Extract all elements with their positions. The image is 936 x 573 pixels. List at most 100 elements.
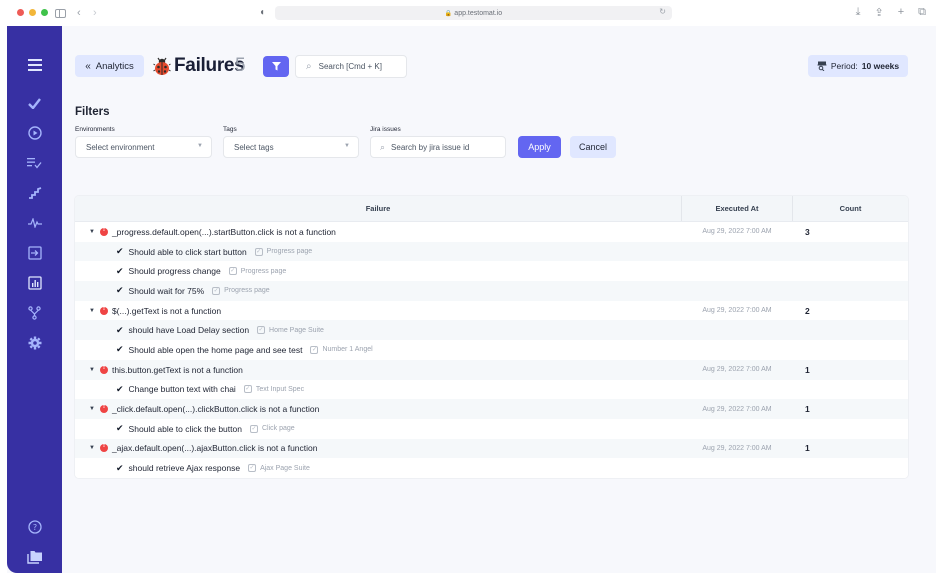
collapse-toggle-icon[interactable]: ▼ <box>89 308 95 314</box>
collapse-toggle-icon[interactable]: ▼ <box>89 367 95 373</box>
failure-message[interactable]: this.button.getText is not a function <box>112 365 243 375</box>
browser-back-icon[interactable]: ‹ <box>77 6 81 20</box>
suite-tag[interactable]: ✓ Progress page <box>228 267 287 276</box>
test-name[interactable]: Should able to click start button <box>129 247 247 257</box>
sidebar-item-branches[interactable] <box>7 302 62 324</box>
test-name[interactable]: should retrieve Ajax response <box>129 463 241 473</box>
sidebar-item-settings[interactable] <box>7 332 62 354</box>
sidebar-item-projects[interactable] <box>7 546 62 568</box>
collapse-toggle-icon[interactable]: ▼ <box>89 445 95 451</box>
test-row[interactable]: ✔ Should progress change ✓ Progress page <box>75 261 908 282</box>
period-selector-button[interactable]: Period: 10 weeks <box>808 55 908 77</box>
suite-name: Progress page <box>240 267 287 275</box>
test-row[interactable]: ✔ Change button text with chai ✓ Text Input… <box>75 379 908 400</box>
tabs-overview-icon[interactable]: ⧉ <box>918 6 926 19</box>
filter-toggle-button[interactable] <box>263 56 289 77</box>
maximize-window-button[interactable] <box>41 9 48 16</box>
error-icon <box>99 404 108 414</box>
global-search-input[interactable]: ⌕ Search [Cmd + K] <box>295 55 407 78</box>
sidebar-item-steps[interactable] <box>7 182 62 204</box>
period-label: Period: <box>830 61 858 71</box>
jira-issue-search-input[interactable]: ⌕ Search by jira issue id <box>370 136 506 158</box>
suite-icon: ✓ <box>249 424 258 433</box>
test-row[interactable]: ✔ Should wait for 75% ✓ Progress page <box>75 281 908 301</box>
count-cell: 1 <box>805 404 810 415</box>
test-row[interactable]: ✔ Should able to click start button ✓ Progr… <box>75 241 908 262</box>
test-row[interactable]: ✔ should have Load Delay section ✓ Home Pag… <box>75 320 908 341</box>
download-icon[interactable]: ⤓ <box>856 6 861 19</box>
test-row[interactable]: ✔ Should able open the home page and see … <box>75 340 908 360</box>
close-window-button[interactable] <box>17 9 24 16</box>
sidebar-item-menu[interactable] <box>7 54 62 76</box>
back-to-analytics-button[interactable]: « Analytics <box>75 55 144 77</box>
sidebar-toggle-icon[interactable] <box>55 9 66 18</box>
test-name[interactable]: Should able open the home page and see t… <box>129 345 303 355</box>
tags-select[interactable]: Select tags ▼ <box>223 136 359 158</box>
test-name[interactable]: should have Load Delay section <box>129 325 250 335</box>
tags-placeholder: Select tags <box>234 142 274 152</box>
test-cell: ✔ should retrieve Ajax response ✓ Ajax Page… <box>75 463 681 474</box>
sidebar-item-analytics[interactable] <box>7 272 62 294</box>
column-header-count[interactable]: Count <box>793 196 908 221</box>
sidebar-item-runs[interactable] <box>7 122 62 144</box>
failure-message[interactable]: _click.default.open(...).clickButton.cli… <box>112 404 319 414</box>
svg-text:?: ? <box>32 523 36 532</box>
failure-group-row[interactable]: ▼ _ajax.default.open(...).ajaxButton.clic… <box>75 438 908 459</box>
column-header-failure[interactable]: Failure <box>75 196 681 221</box>
apply-filters-button[interactable]: Apply <box>518 136 561 158</box>
failure-group-row[interactable]: ▼ _click.default.open(...).clickButton.cl… <box>75 399 908 419</box>
suite-tag[interactable]: ✓ Click page <box>249 424 295 433</box>
browser-forward-icon[interactable]: › <box>93 6 97 20</box>
ladybug-icon <box>153 57 171 75</box>
suite-tag[interactable]: ✓ Text Input Spec <box>243 385 304 394</box>
suite-tag[interactable]: ✓ Ajax Page Suite <box>248 464 310 473</box>
suite-tag[interactable]: ✓ Progress page <box>254 247 312 256</box>
search-icon: ⌕ <box>306 61 312 72</box>
suite-icon: ✓ <box>212 286 221 295</box>
share-icon[interactable]: ⇪ <box>874 6 883 19</box>
sidebar-item-import[interactable] <box>7 242 62 264</box>
test-cell: ✔ Should able open the home page and see … <box>75 344 681 355</box>
privacy-shield-icon[interactable]: ◖ <box>259 6 265 20</box>
failure-message[interactable]: _ajax.default.open(...).ajaxButton.click… <box>112 443 318 453</box>
environment-select[interactable]: Select environment ▼ <box>75 136 212 158</box>
suite-name: Home Page Suite <box>269 326 324 334</box>
chevron-down-icon: ▼ <box>197 143 203 149</box>
failure-message[interactable]: $(...).getText is not a function <box>112 306 221 316</box>
test-row[interactable]: ✔ Should able to click the button ✓ Click p… <box>75 418 908 439</box>
new-tab-icon[interactable]: + <box>898 6 904 19</box>
failure-cell: ▼ _ajax.default.open(...).ajaxButton.clic… <box>75 443 681 453</box>
table-body: ▼ _progress.default.open(...).startButton… <box>75 222 908 478</box>
minimize-window-button[interactable] <box>29 9 36 16</box>
suite-tag[interactable]: ✓ Home Page Suite <box>257 326 324 335</box>
sidebar-item-tests[interactable] <box>7 92 62 114</box>
sidebar-item-pulse[interactable] <box>7 212 62 234</box>
suite-tag[interactable]: ✓ Number 1 Angel <box>310 345 373 354</box>
column-header-executed-at[interactable]: Executed At <box>681 196 793 221</box>
suite-icon: ✓ <box>243 385 252 394</box>
list-check-icon <box>27 158 42 169</box>
failure-group-row[interactable]: ▼ $(...).getText is not a function Aug 29,… <box>75 300 908 321</box>
test-name[interactable]: Should able to click the button <box>129 424 242 434</box>
test-name[interactable]: Should wait for 75% <box>129 286 205 296</box>
environment-placeholder: Select environment <box>86 142 155 152</box>
address-bar[interactable]: 🔒 app.testomat.io ↻ <box>275 6 672 20</box>
sidebar-item-help[interactable]: ? <box>7 516 62 538</box>
checkmark-icon: ✔ <box>116 383 124 394</box>
failure-group-row[interactable]: ▼ this.button.getText is not a function Au… <box>75 359 908 380</box>
gear-icon <box>28 336 41 350</box>
failure-message[interactable]: _progress.default.open(...).startButton.… <box>112 227 336 237</box>
collapse-toggle-icon[interactable]: ▼ <box>89 229 95 235</box>
test-name[interactable]: Change button text with chai <box>129 384 236 394</box>
sidebar-item-plans[interactable] <box>7 152 62 174</box>
suite-icon: ✓ <box>254 247 263 256</box>
test-name[interactable]: Should progress change <box>129 266 221 276</box>
collapse-toggle-icon[interactable]: ▼ <box>89 406 95 412</box>
bar-chart-icon <box>27 276 42 290</box>
failure-group-row[interactable]: ▼ _progress.default.open(...).startButton… <box>75 222 908 242</box>
suite-tag[interactable]: ✓ Progress page <box>212 286 270 295</box>
test-row[interactable]: ✔ should retrieve Ajax response ✓ Ajax Page… <box>75 458 908 478</box>
executed-at-cell: Aug 29, 2022 7:00 AM <box>702 405 772 413</box>
reload-icon[interactable]: ↻ <box>659 7 666 16</box>
cancel-filters-button[interactable]: Cancel <box>570 136 616 158</box>
